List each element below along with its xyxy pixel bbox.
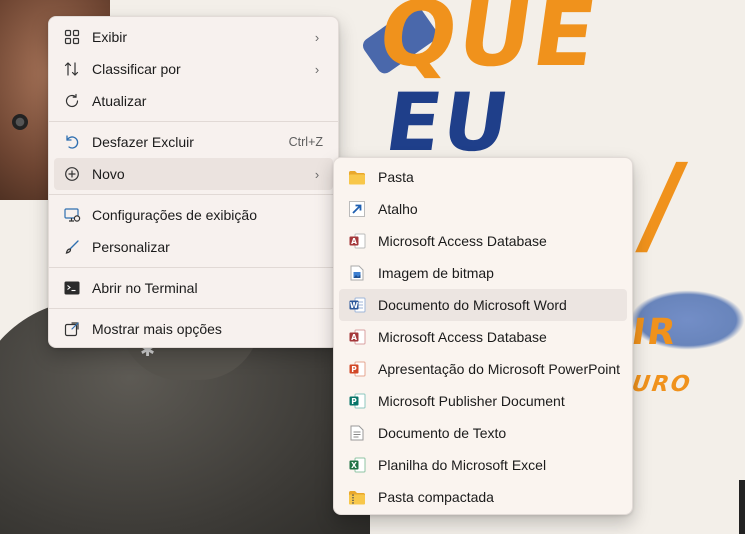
menu-item-label: Configurações de exibição	[92, 207, 257, 223]
submenu-item-label: Apresentação do Microsoft PowerPoint	[378, 361, 621, 377]
menu-item-label: Novo	[92, 166, 125, 182]
menu-item-label: Mostrar mais opções	[92, 321, 222, 337]
menu-item-label: Atualizar	[92, 93, 147, 109]
new-submenu: Pasta Atalho A Microsoft Access Database	[333, 157, 633, 515]
submenu-item-label: Planilha do Microsoft Excel	[378, 457, 547, 473]
wallpaper-text-uro: URO	[630, 372, 694, 397]
text-document-icon	[348, 424, 366, 442]
access-icon: A	[348, 232, 366, 250]
submenu-item-label: Microsoft Access Database	[378, 233, 547, 249]
menu-item-abrir-terminal[interactable]: Abrir no Terminal	[54, 272, 333, 304]
terminal-icon	[63, 279, 81, 297]
wallpaper-earring	[12, 114, 28, 130]
svg-text:P: P	[351, 365, 357, 374]
submenu-item-label: Microsoft Publisher Document	[378, 393, 565, 409]
word-icon: W	[348, 296, 366, 314]
chevron-right-icon: ›	[314, 61, 320, 77]
desktop-context-menu: Exibir › Classificar por › Atualizar Des…	[48, 16, 339, 348]
menu-item-label: Personalizar	[92, 239, 170, 255]
svg-text:A: A	[351, 333, 357, 342]
chevron-right-icon: ›	[314, 29, 320, 45]
menu-item-classificar-por[interactable]: Classificar por ›	[54, 53, 333, 85]
access-icon: A	[348, 328, 366, 346]
sort-icon	[63, 60, 81, 78]
submenu-item-text-document[interactable]: Documento de Texto	[339, 417, 627, 449]
submenu-item-access-database-2[interactable]: A Microsoft Access Database	[339, 321, 627, 353]
display-settings-icon	[63, 206, 81, 224]
submenu-item-pasta[interactable]: Pasta	[339, 161, 627, 193]
submenu-item-label: Microsoft Access Database	[378, 329, 547, 345]
menu-item-label: Abrir no Terminal	[92, 280, 198, 296]
menu-item-novo[interactable]: Novo ›	[54, 158, 333, 190]
folder-icon	[348, 168, 366, 186]
submenu-item-label: Imagem de bitmap	[378, 265, 494, 281]
submenu-item-word-document[interactable]: W Documento do Microsoft Word	[339, 289, 627, 321]
menu-item-label: Exibir	[92, 29, 128, 45]
svg-text:W: W	[349, 301, 358, 310]
submenu-item-label: Pasta	[378, 169, 414, 185]
submenu-item-access-database[interactable]: A Microsoft Access Database	[339, 225, 627, 257]
chevron-right-icon: ›	[314, 166, 320, 182]
svg-text:A: A	[351, 237, 357, 246]
refresh-icon	[63, 92, 81, 110]
submenu-item-bitmap[interactable]: Imagem de bitmap	[339, 257, 627, 289]
menu-item-configuracoes-exibicao[interactable]: Configurações de exibição	[54, 199, 333, 231]
menu-item-exibir[interactable]: Exibir ›	[54, 21, 333, 53]
zip-folder-icon	[348, 488, 366, 506]
menu-item-personalizar[interactable]: Personalizar	[54, 231, 333, 263]
menu-item-label: Desfazer Excluir	[92, 134, 194, 150]
menu-item-desfazer-excluir[interactable]: Desfazer Excluir Ctrl+Z	[54, 126, 333, 158]
publisher-icon: P	[348, 392, 366, 410]
submenu-item-label: Pasta compactada	[378, 489, 494, 505]
menu-separator	[49, 267, 338, 268]
undo-icon	[63, 133, 81, 151]
submenu-item-atalho[interactable]: Atalho	[339, 193, 627, 225]
wallpaper-text-ir: IR	[629, 312, 681, 353]
submenu-item-powerpoint[interactable]: P Apresentação do Microsoft PowerPoint	[339, 353, 627, 385]
submenu-item-label: Documento de Texto	[378, 425, 507, 441]
bitmap-icon	[348, 264, 366, 282]
more-options-icon	[63, 320, 81, 338]
excel-icon: X	[348, 456, 366, 474]
svg-text:X: X	[351, 461, 357, 470]
menu-item-mostrar-mais-opcoes[interactable]: Mostrar mais opções	[54, 313, 333, 345]
submenu-item-publisher[interactable]: P Microsoft Publisher Document	[339, 385, 627, 417]
powerpoint-icon: P	[348, 360, 366, 378]
brush-icon	[63, 238, 81, 256]
shortcut-hint: Ctrl+Z	[288, 135, 323, 149]
grid-icon	[63, 28, 81, 46]
submenu-item-label: Atalho	[378, 201, 418, 217]
submenu-item-label: Documento do Microsoft Word	[378, 297, 567, 313]
menu-item-atualizar[interactable]: Atualizar	[54, 85, 333, 117]
wallpaper-text-que: QUE	[372, 0, 605, 87]
menu-separator	[49, 194, 338, 195]
menu-separator	[49, 121, 338, 122]
submenu-item-zip-folder[interactable]: Pasta compactada	[339, 481, 627, 513]
submenu-item-excel[interactable]: X Planilha do Microsoft Excel	[339, 449, 627, 481]
menu-item-label: Classificar por	[92, 61, 181, 77]
svg-text:P: P	[351, 397, 357, 406]
plus-circle-icon	[63, 165, 81, 183]
menu-separator	[49, 308, 338, 309]
shortcut-icon	[348, 200, 366, 218]
wallpaper-edge	[739, 480, 745, 534]
